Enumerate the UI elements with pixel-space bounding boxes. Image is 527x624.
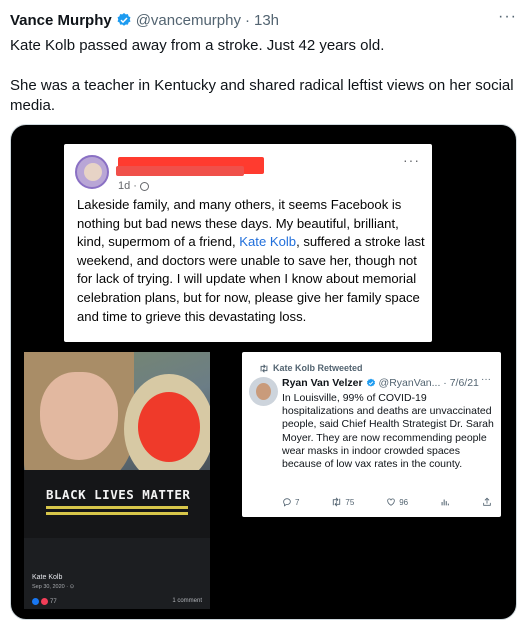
retweeted-text: Kate Kolb Retweeted bbox=[273, 363, 363, 373]
separator: · bbox=[244, 11, 250, 29]
redacted-face bbox=[138, 392, 200, 462]
shirt-stripe bbox=[46, 506, 188, 509]
post-meta: 1d · bbox=[118, 180, 149, 192]
globe-icon bbox=[139, 181, 149, 191]
analytics-icon bbox=[441, 499, 449, 506]
love-reaction-icon bbox=[41, 598, 48, 605]
photo-post-date: Sep 30, 2020 · ⊙ bbox=[32, 584, 75, 590]
post-time: 1d · bbox=[118, 180, 137, 192]
fb-mention-link: Kate Kolb bbox=[239, 234, 297, 250]
fb-more-icon: ··· bbox=[403, 152, 420, 168]
tweet-paragraph-2: She was a teacher in Kentucky and shared… bbox=[10, 77, 514, 114]
retweet-handle-date: @RyanVan... · 7/6/21 bbox=[378, 377, 479, 389]
comments-count: 1 comment bbox=[172, 598, 202, 604]
retweeted-label: Kate Kolb Retweeted bbox=[259, 363, 363, 373]
like-count: 96 bbox=[399, 497, 409, 507]
more-options-button[interactable]: ··· bbox=[498, 8, 517, 26]
author-handle[interactable]: @vancemurphy bbox=[136, 12, 241, 29]
fb-post-text: Lakeside family, and many others, it see… bbox=[77, 196, 427, 326]
redacted-name-scribble bbox=[116, 166, 244, 176]
retweet-more-icon: ··· bbox=[481, 374, 491, 385]
retweet-actions: 7 75 96 bbox=[282, 497, 492, 507]
retweet-icon bbox=[333, 497, 341, 507]
like-icon bbox=[387, 498, 395, 506]
retweet-icon bbox=[260, 363, 268, 373]
retweet-action: 75 bbox=[331, 497, 354, 507]
analytics-action bbox=[440, 497, 450, 507]
reply-action: 7 bbox=[282, 497, 299, 507]
shirt-stripe bbox=[46, 512, 188, 515]
tweet-media[interactable]: 1d · ··· Lakeside family, and many other… bbox=[10, 124, 517, 620]
like-reaction-icon bbox=[32, 598, 39, 605]
timestamp[interactable]: 13h bbox=[254, 12, 279, 29]
tweet-header: Vance Murphy @vancemurphy · 13h bbox=[10, 10, 279, 30]
retweet-text: In Louisville, 99% of COVID-19 hospitali… bbox=[282, 392, 494, 471]
photo-post-screenshot: BLACK LIVES MATTER Kate Kolb Sep 30, 202… bbox=[24, 352, 210, 609]
tweet-paragraph-1: Kate Kolb passed away from a stroke. Jus… bbox=[10, 37, 385, 54]
reply-count: 7 bbox=[295, 497, 300, 507]
verified-badge-icon bbox=[366, 378, 375, 387]
tweet-text: Kate Kolb passed away from a stroke. Jus… bbox=[10, 36, 515, 116]
avatar bbox=[249, 377, 278, 406]
facebook-post-screenshot: 1d · ··· Lakeside family, and many other… bbox=[64, 144, 432, 342]
retweet-header: Ryan Van Velzer @RyanVan... · 7/6/21 bbox=[282, 377, 479, 389]
share-icon bbox=[483, 497, 491, 506]
retweet-count: 75 bbox=[345, 497, 355, 507]
author-name[interactable]: Vance Murphy bbox=[10, 12, 112, 29]
shirt-text: BLACK LIVES MATTER bbox=[46, 487, 191, 502]
reactions-count: 77 bbox=[50, 598, 57, 605]
photo: BLACK LIVES MATTER bbox=[24, 352, 210, 538]
reply-icon bbox=[283, 498, 291, 507]
photo-shirt bbox=[24, 470, 210, 538]
avatar bbox=[75, 155, 109, 189]
photo-post-name: Kate Kolb bbox=[32, 574, 63, 581]
retweet-author-name: Ryan Van Velzer bbox=[282, 377, 363, 389]
verified-badge-icon bbox=[117, 13, 131, 26]
reactions: 77 bbox=[32, 598, 57, 605]
retweet-screenshot: Kate Kolb Retweeted Ryan Van Velzer @Rya… bbox=[242, 352, 501, 517]
photo-face bbox=[40, 372, 118, 460]
like-action: 96 bbox=[386, 497, 408, 507]
share-action bbox=[482, 497, 492, 507]
